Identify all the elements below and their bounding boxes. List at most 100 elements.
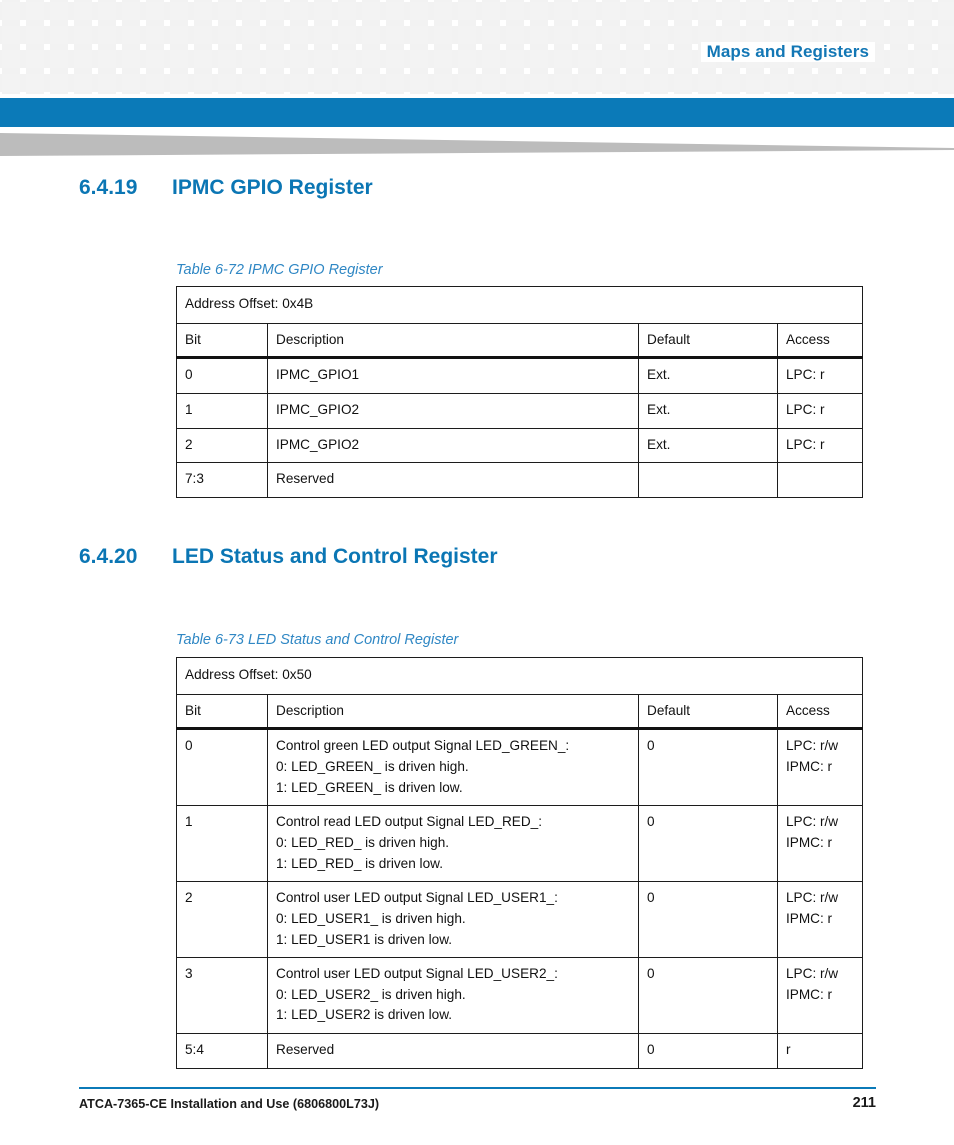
- header-check-square: [98, 74, 116, 92]
- header-check-square: [194, 2, 212, 20]
- header-check-square: [218, 2, 236, 20]
- header-check-square: [2, 26, 20, 44]
- header-check-square: [506, 50, 524, 68]
- header-check-square: [722, 74, 740, 92]
- header-check-square: [194, 74, 212, 92]
- cell-default: 0: [638, 1033, 778, 1069]
- header-check-square: [770, 2, 788, 20]
- cell-line: Control green LED output Signal LED_GREE…: [276, 738, 570, 754]
- header-check-square: [578, 2, 596, 20]
- header-check-square: [938, 26, 954, 44]
- cell-bit: 3: [176, 957, 268, 1035]
- header-check-square: [818, 2, 836, 20]
- page-header-band: Maps and Registers: [0, 0, 954, 94]
- header-check-square: [314, 2, 332, 20]
- header-check-square: [290, 50, 308, 68]
- cell-description: Control user LED output Signal LED_USER2…: [267, 957, 639, 1035]
- header-check-square: [410, 26, 428, 44]
- header-check-square: [26, 74, 44, 92]
- header-check-square: [170, 26, 188, 44]
- cell-line: IPMC: r: [786, 834, 833, 850]
- header-check-square: [674, 2, 692, 20]
- header-check-square: [482, 50, 500, 68]
- column-header-bit: Bit: [176, 693, 268, 731]
- header-check-square: [50, 74, 68, 92]
- cell-line: Reserved: [276, 471, 335, 487]
- header-check-square: [386, 50, 404, 68]
- header-check-square: [146, 2, 164, 20]
- header-check-square: [314, 26, 332, 44]
- header-check-square: [338, 50, 356, 68]
- header-check-square: [2, 50, 20, 68]
- table-row: 3 Control user LED output Signal LED_USER…: [176, 957, 864, 1035]
- header-check-square: [386, 74, 404, 92]
- column-header-default: Default: [638, 693, 778, 731]
- header-check-square: [434, 50, 452, 68]
- header-check-square: [146, 50, 164, 68]
- header-check-square: [890, 2, 908, 20]
- header-check-square: [314, 50, 332, 68]
- cell-line: 0: [185, 367, 193, 383]
- cell-line: Control user LED output Signal LED_USER1…: [276, 890, 558, 906]
- header-check-square: [458, 50, 476, 68]
- header-check-square: [338, 26, 356, 44]
- cell-description: Reserved: [267, 1033, 639, 1069]
- column-header-bit: Bit: [176, 322, 268, 360]
- header-check-square: [890, 74, 908, 92]
- header-check-square: [650, 2, 668, 20]
- header-check-square: [674, 26, 692, 44]
- header-check-square: [554, 50, 572, 68]
- cell-line: IPMC_GPIO2: [276, 436, 360, 452]
- header-check-square: [218, 26, 236, 44]
- header-check-square: [2, 74, 20, 92]
- header-check-square: [218, 74, 236, 92]
- cell-line: 3: [185, 966, 193, 982]
- header-check-square: [890, 26, 908, 44]
- header-check-square: [626, 74, 644, 92]
- table-row: 0 Control green LED output Signal LED_GRE…: [176, 728, 864, 807]
- header-check-square: [722, 2, 740, 20]
- cell-line: Ext.: [647, 367, 671, 383]
- header-check-square: [626, 26, 644, 44]
- header-check-square: [338, 74, 356, 92]
- cell-line: LPC: r: [786, 436, 825, 452]
- cell-line: 0: [185, 738, 193, 754]
- cell-line: LPC: r/w: [786, 890, 839, 906]
- footer-page-number: 211: [852, 1095, 876, 1111]
- header-check-square: [698, 74, 716, 92]
- header-check-square: [50, 2, 68, 20]
- footer-document-title: ATCA-7365-CE Installation and Use (68068…: [79, 1097, 380, 1111]
- cell-line: 0: LED_GREEN_ is driven high.: [276, 758, 469, 774]
- header-check-square: [938, 50, 954, 68]
- section-title: IPMC GPIO Register: [172, 176, 373, 199]
- header-check-square: [122, 26, 140, 44]
- header-check-square: [458, 26, 476, 44]
- cell-line: 1: [185, 401, 193, 417]
- header-check-square: [482, 2, 500, 20]
- header-check-square: [914, 50, 932, 68]
- cell-line: IPMC: r: [786, 986, 833, 1002]
- header-check-square: [506, 2, 524, 20]
- address-offset-cell: Address Offset: 0x50: [175, 656, 864, 695]
- cell-line: 7:3: [185, 471, 204, 487]
- cell-default: 0: [638, 805, 778, 883]
- header-check-square: [578, 26, 596, 44]
- cell-bit: 0: [176, 728, 268, 807]
- header-check-square: [170, 74, 188, 92]
- header-check-square: [794, 2, 812, 20]
- cell-default: 0: [638, 957, 778, 1035]
- cell-access: LPC: r: [776, 427, 864, 464]
- table-row: 1 Control read LED output Signal LED_RED_…: [176, 805, 864, 883]
- header-check-square: [74, 50, 92, 68]
- header-check-square: [866, 74, 884, 92]
- cell-access: LPC: r/w IPMC: r: [776, 805, 864, 883]
- cell-line: 1: LED_USER1 is driven low.: [276, 931, 453, 947]
- cell-line: Ext.: [647, 401, 671, 417]
- cell-description: Control read LED output Signal LED_RED_:…: [267, 805, 639, 883]
- header-check-square: [506, 74, 524, 92]
- header-check-square: [410, 2, 428, 20]
- cell-line: 0: [647, 1042, 655, 1058]
- header-check-square: [554, 74, 572, 92]
- header-check-square: [410, 50, 428, 68]
- cell-line: Control read LED output Signal LED_RED_:: [276, 814, 542, 830]
